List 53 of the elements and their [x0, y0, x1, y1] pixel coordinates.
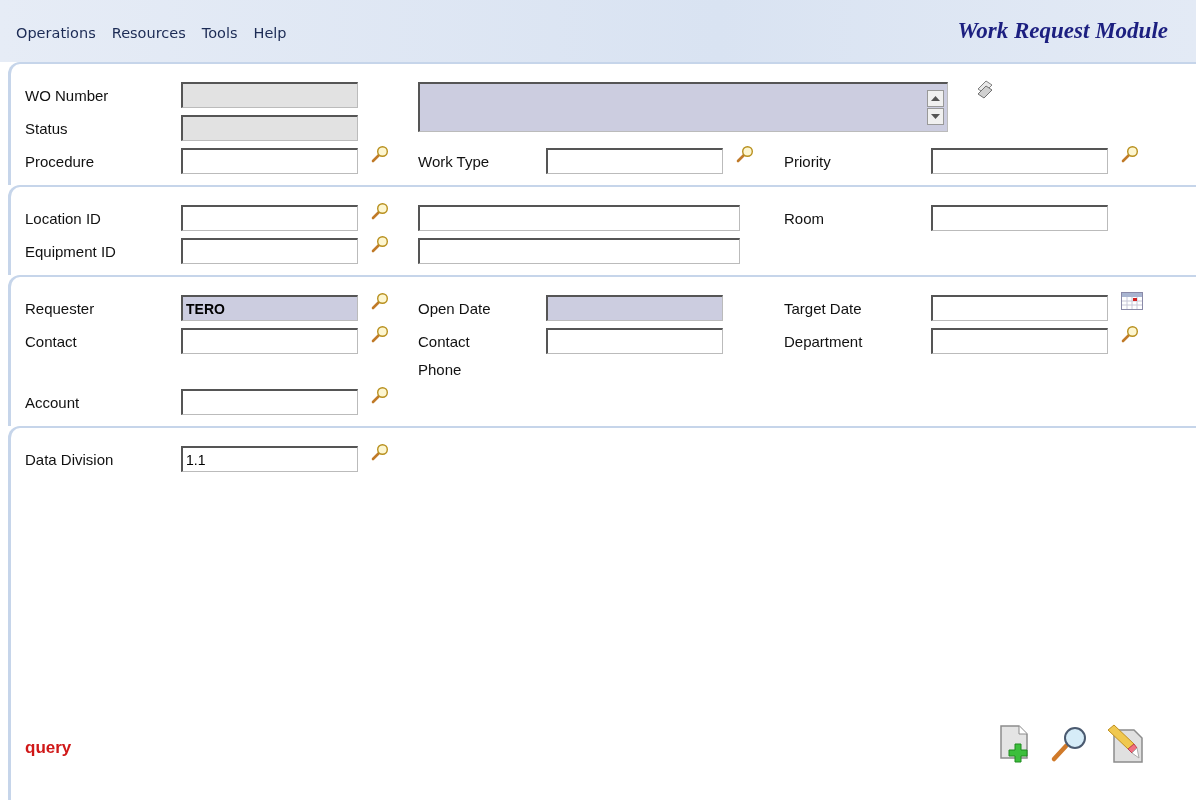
- input-field[interactable]: [931, 295, 1108, 321]
- mode-indicator: query: [25, 738, 72, 758]
- input-field[interactable]: [931, 328, 1108, 354]
- text-area[interactable]: [418, 82, 948, 132]
- field-label: Account: [25, 393, 81, 413]
- menu-item[interactable]: Operations: [16, 25, 96, 41]
- input-field[interactable]: [181, 148, 358, 174]
- magnifier-icon[interactable]: [371, 235, 389, 253]
- field-label: Priority: [784, 152, 832, 172]
- input-field[interactable]: [546, 148, 723, 174]
- menu-item[interactable]: Help: [253, 25, 287, 41]
- field-label: WO Number: [25, 86, 110, 106]
- magnifier-icon[interactable]: [1121, 325, 1139, 343]
- input-field[interactable]: [931, 148, 1108, 174]
- input-field[interactable]: [546, 295, 723, 321]
- menu-item[interactable]: Resources: [111, 25, 186, 41]
- input-field[interactable]: [181, 238, 358, 264]
- field-label: Equipment ID: [25, 242, 117, 262]
- field-label: Location ID: [25, 209, 102, 229]
- magnifier-icon[interactable]: [371, 292, 389, 310]
- field-label: Work Type: [418, 152, 491, 172]
- input-field[interactable]: [418, 238, 740, 264]
- scroll-down-icon[interactable]: [927, 108, 944, 125]
- field-label: Requester: [25, 299, 96, 319]
- scroll-up-icon[interactable]: [927, 90, 944, 107]
- input-field[interactable]: [181, 205, 358, 231]
- calendar-icon[interactable]: [1121, 292, 1143, 310]
- module-title: Work Request Module: [957, 18, 1168, 44]
- menu-item[interactable]: Tools: [201, 25, 238, 41]
- magnifier-icon[interactable]: [1121, 145, 1139, 163]
- field-label: Procedure: [25, 152, 96, 172]
- field-label: Data Division: [25, 450, 115, 470]
- magnifier-icon[interactable]: [371, 443, 389, 461]
- magnifier-icon[interactable]: [371, 386, 389, 404]
- magnifier-icon[interactable]: [371, 325, 389, 343]
- magnifier-icon[interactable]: [736, 145, 754, 163]
- field-label: Open Date: [418, 299, 492, 319]
- input-field[interactable]: [181, 328, 358, 354]
- input-field[interactable]: TERO: [181, 295, 358, 321]
- field-label: Target Date: [784, 299, 863, 319]
- field-label: Contact Phone: [418, 332, 471, 380]
- eraser-document-icon[interactable]: [1106, 724, 1146, 764]
- input-field[interactable]: 1.1: [181, 446, 358, 472]
- input-field[interactable]: [181, 389, 358, 415]
- input-field[interactable]: [546, 328, 723, 354]
- field-label: Contact: [25, 332, 78, 352]
- magnifier-icon[interactable]: [371, 145, 389, 163]
- input-field[interactable]: [931, 205, 1108, 231]
- field-label: Status: [25, 119, 69, 139]
- input-field[interactable]: [418, 205, 740, 231]
- field-label: Department: [784, 332, 864, 352]
- magnifier-icon[interactable]: [371, 202, 389, 220]
- field-label: Room: [784, 209, 825, 229]
